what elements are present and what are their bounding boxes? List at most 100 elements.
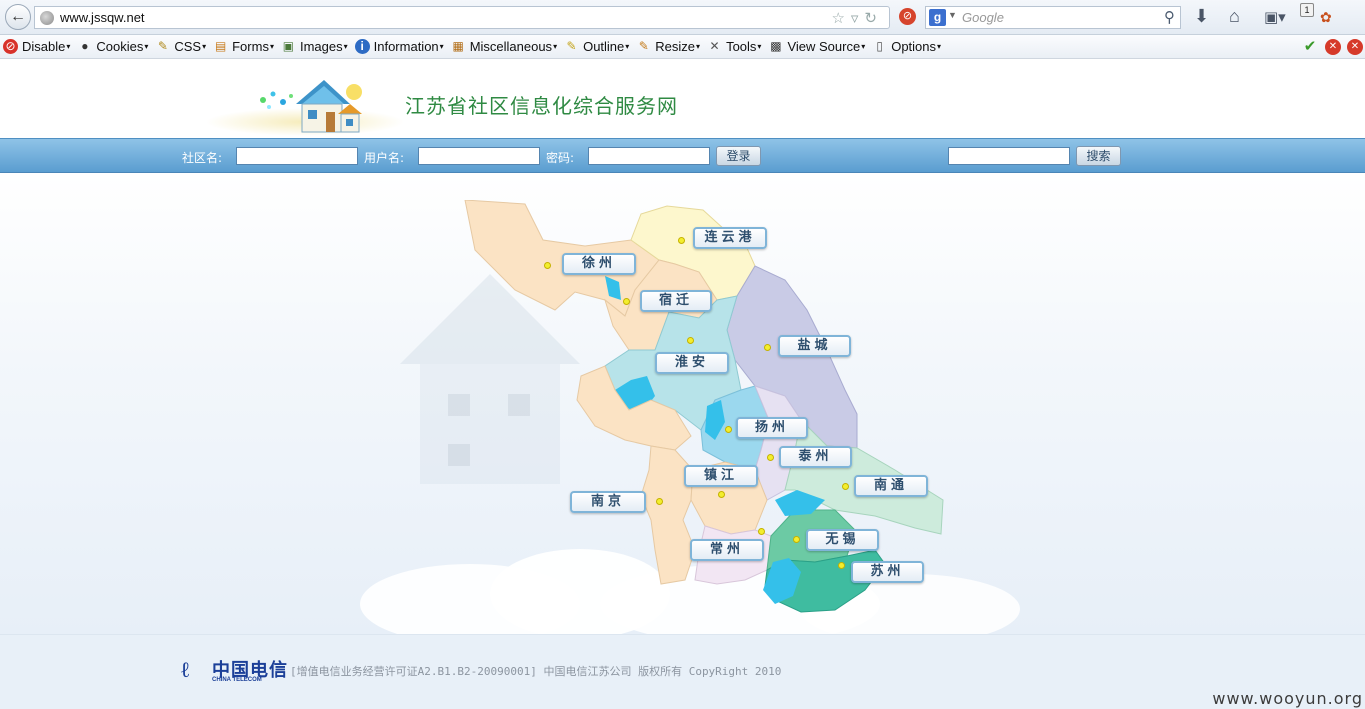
city-label-nantong[interactable]: 南通: [854, 475, 928, 497]
site-search-input[interactable]: [948, 147, 1070, 165]
suqian-dot[interactable]: [623, 298, 630, 305]
dev-menu-label: Miscellaneous: [469, 39, 553, 54]
city-label-huaian[interactable]: 淮安: [655, 352, 729, 374]
error-icon[interactable]: ✕: [1325, 39, 1341, 55]
huaian-dot[interactable]: [687, 337, 694, 344]
dev-menu-disable[interactable]: ⊘ Disable ▾: [3, 39, 70, 54]
caret-icon: ▾: [553, 42, 558, 51]
history-dropdown-icon[interactable]: ▿: [851, 10, 865, 27]
caret-icon: ▾: [343, 42, 348, 51]
addon-icon[interactable]: ✿: [1320, 9, 1332, 26]
images-icon: ▣: [282, 39, 295, 53]
dev-menu-css[interactable]: ✎ CSS ▾: [155, 39, 206, 54]
dev-menu-label: Disable: [22, 39, 66, 54]
dev-menu-outline[interactable]: ✎ Outline ▾: [564, 39, 630, 54]
reload-icon[interactable]: ↻: [864, 10, 883, 27]
community-label: 社区名:: [182, 151, 223, 165]
dev-menu-label: Tools: [726, 39, 757, 54]
view-source-icon: ▩: [770, 39, 782, 53]
search-placeholder[interactable]: Google: [962, 10, 1004, 25]
zhenjiang-dot[interactable]: [718, 491, 725, 498]
city-label-yancheng[interactable]: 盐城: [778, 335, 851, 357]
back-button[interactable]: ←: [5, 4, 31, 30]
changzhou-dot[interactable]: [758, 528, 765, 535]
lianyungang-dot[interactable]: [678, 237, 685, 244]
yangzhou-dot[interactable]: [725, 426, 732, 433]
taizhou-dot[interactable]: [767, 454, 774, 461]
search-engine-dropdown-icon[interactable]: ▼: [948, 10, 957, 20]
caret-icon: ▾: [937, 42, 942, 51]
bookmarks-menu-icon[interactable]: ▣▾: [1264, 8, 1286, 26]
cookies-icon: ●: [81, 39, 89, 53]
city-label-zhenjiang[interactable]: 镇江: [684, 465, 758, 487]
dev-menu-forms[interactable]: ▤ Forms ▾: [213, 39, 274, 54]
validation-ok-icon[interactable]: ✔: [1302, 39, 1318, 55]
city-label-nanjing[interactable]: 南京: [570, 491, 646, 513]
caret-icon: ▾: [144, 42, 149, 51]
caret-icon: ▾: [625, 42, 630, 51]
downloads-icon[interactable]: ⬇: [1194, 6, 1209, 27]
site-footer: ℓ 中国电信 CHINA TELECOM [增值电信业务经营许可证A2.B1.B…: [0, 634, 1365, 709]
dev-menu-label: Forms: [232, 39, 269, 54]
username-input[interactable]: [418, 147, 540, 165]
community-input[interactable]: [236, 147, 358, 165]
dev-menu-information[interactable]: i Information ▾: [354, 39, 444, 54]
city-label-yangzhou[interactable]: 扬州: [736, 417, 808, 439]
information-icon: i: [354, 39, 370, 54]
site-title: 江苏省社区信息化综合服务网: [405, 94, 678, 118]
url-text[interactable]: www.jssqw.net: [60, 10, 145, 25]
china-telecom-logo-icon: ℓ: [181, 657, 190, 683]
dev-menu-label: Options: [891, 39, 937, 54]
tools-icon: ✕: [709, 39, 720, 53]
browser-navbar: ← www.jssqw.net ☆▿↻ ⊘ g ▼ Google ⚲ ⬇ ⌂ ▣…: [0, 0, 1365, 35]
search-bar[interactable]: g ▼ Google ⚲: [925, 6, 1181, 29]
xuzhou-dot[interactable]: [544, 262, 551, 269]
addon-block-icon[interactable]: ⊘: [899, 8, 916, 25]
search-engine-icon[interactable]: g: [929, 9, 946, 26]
password-input[interactable]: [588, 147, 710, 165]
house-logo-icon: [296, 80, 362, 133]
dev-menu-label: Outline: [583, 39, 625, 54]
address-bar[interactable]: www.jssqw.net ☆▿↻: [34, 6, 890, 29]
options-icon: ▯: [876, 39, 883, 53]
city-label-xuzhou[interactable]: 徐州: [562, 253, 636, 275]
disable-icon: ⊘: [3, 39, 18, 54]
city-label-changzhou[interactable]: 常州: [690, 539, 764, 561]
nanjing-dot[interactable]: [656, 498, 663, 505]
city-label-wuxi[interactable]: 无锡: [806, 529, 879, 551]
city-label-taizhou[interactable]: 泰州: [779, 446, 852, 468]
dev-menu-resize[interactable]: ✎ Resize ▾: [636, 39, 700, 54]
caret-icon: ▾: [757, 42, 762, 51]
site-header: 江苏省社区信息化综合服务网: [0, 60, 1365, 138]
site-identity-icon[interactable]: [40, 11, 54, 25]
back-arrow-icon: ←: [10, 8, 26, 25]
city-label-lianyungang[interactable]: 连云港: [693, 227, 767, 249]
login-button[interactable]: 登录: [716, 146, 761, 166]
suzhou-dot[interactable]: [838, 562, 845, 569]
city-label-suzhou[interactable]: 苏州: [851, 561, 924, 583]
nantong-dot[interactable]: [842, 483, 849, 490]
tab-count-badge[interactable]: 1: [1300, 3, 1314, 17]
home-icon[interactable]: ⌂: [1229, 6, 1240, 27]
dev-menu-miscellaneous[interactable]: ▦ Miscellaneous ▾: [451, 39, 558, 54]
dev-menu-label: CSS: [174, 39, 202, 54]
wuxi-dot[interactable]: [793, 536, 800, 543]
caret-icon: ▾: [861, 42, 866, 51]
close-toolbar-icon[interactable]: ✕: [1347, 39, 1363, 55]
yancheng-dot[interactable]: [764, 344, 771, 351]
bookmark-star-icon[interactable]: ☆: [831, 10, 850, 27]
dev-menu-images[interactable]: ▣ Images ▾: [281, 39, 348, 54]
dev-menu-label: Information: [373, 39, 439, 54]
sparkle-icon: [260, 91, 293, 109]
dev-menu-cookies[interactable]: ● Cookies ▾: [77, 39, 148, 54]
search-icon[interactable]: ⚲: [1164, 8, 1175, 26]
city-label-suqian[interactable]: 宿迁: [640, 290, 712, 312]
dev-menu-options[interactable]: ▯ Options ▾: [872, 39, 941, 54]
search-button[interactable]: 搜索: [1076, 146, 1121, 166]
dev-menu-view-source[interactable]: ▩ View Source ▾: [768, 39, 865, 54]
caret-icon: ▾: [269, 42, 274, 51]
password-label: 密码:: [546, 151, 575, 165]
resize-icon: ✎: [638, 39, 649, 53]
dev-menu-tools[interactable]: ✕ Tools ▾: [707, 39, 762, 54]
css-icon: ✎: [157, 39, 168, 53]
